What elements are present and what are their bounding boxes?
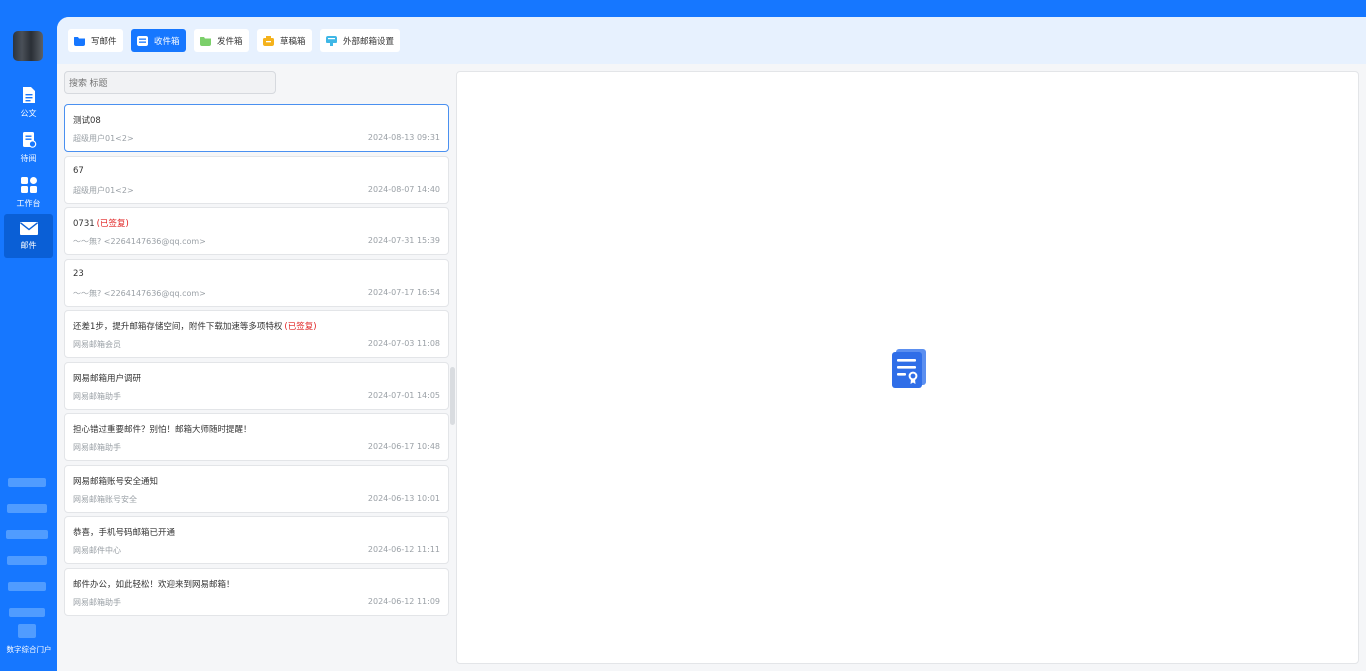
sent-folder-icon [200, 36, 211, 46]
sidebar-item-label: 工作台 [16, 198, 41, 208]
mail-subject-text: 0731 [73, 219, 95, 229]
mail-sender: 网易邮箱助手 [73, 598, 121, 607]
blurred-link[interactable] [6, 530, 48, 539]
mail-subject: 23 [73, 269, 86, 279]
replied-tag: (已签复) [284, 322, 317, 332]
mail-preview-pane [456, 71, 1359, 664]
sidebar-item-pending-read[interactable]: 待阅 [4, 125, 53, 169]
mail-list-item[interactable]: 测试08 超级用户01<2> 2024-08-13 09:31 [64, 104, 449, 152]
compose-button[interactable]: 写邮件 [68, 29, 123, 52]
blurred-link[interactable] [9, 608, 45, 617]
sidebar-item-mail[interactable]: 邮件 [4, 214, 53, 258]
blurred-link[interactable] [8, 478, 46, 487]
mail-subject-text: 67 [73, 166, 84, 176]
avatar[interactable] [13, 31, 43, 61]
mail-time: 2024-06-12 11:09 [367, 597, 440, 606]
mail-list-item[interactable]: 网易邮箱用户调研 网易邮箱助手 2024-07-01 14:05 [64, 362, 449, 410]
inbox-button[interactable]: 收件箱 [131, 29, 186, 52]
mail-sender: 网易邮箱助手 [73, 443, 121, 452]
mail-time: 2024-08-13 09:31 [367, 133, 440, 142]
mail-list-item[interactable]: 0731 (已签复) ～～無? <2264147636@qq.com> 2024-… [64, 207, 449, 255]
inbox-label: 收件箱 [154, 36, 180, 47]
replied-tag: (已签复) [96, 219, 129, 229]
mail-time: 2024-07-01 14:05 [367, 391, 440, 400]
mail-sender: 网易邮箱助手 [73, 392, 121, 401]
mail-icon [19, 222, 38, 235]
mail-subject: 还差1步，提升邮箱存储空间，附件下载加速等多项特权 (已签复) [73, 320, 317, 332]
blurred-link[interactable] [8, 582, 46, 591]
mail-list-item[interactable]: 67 超级用户01<2> 2024-08-07 14:40 [64, 156, 449, 204]
mail-sender: ～～無? <2264147636@qq.com> [73, 289, 206, 298]
mail-list-item[interactable]: 网易邮箱账号安全通知 网易邮箱账号安全 2024-06-13 10:01 [64, 465, 449, 513]
mail-subject: 测试08 [73, 114, 103, 126]
mail-toolbar: 写邮件 收件箱 发件箱 草稿箱 外部邮箱设置 [57, 17, 1366, 64]
mail-subject-text: 网易邮箱账号安全通知 [73, 477, 159, 487]
main-panel: 写邮件 收件箱 发件箱 草稿箱 外部邮箱设置 测试08 超级用户01<2> 20… [57, 17, 1366, 671]
external-settings-label: 外部邮箱设置 [343, 36, 395, 47]
drafts-icon [263, 35, 274, 46]
mail-subject: 网易邮箱账号安全通知 [73, 475, 160, 487]
document-icon [22, 86, 35, 103]
mail-time: 2024-07-03 11:08 [367, 339, 440, 348]
blurred-icon[interactable] [18, 624, 36, 638]
mail-list-item[interactable]: 担心错过重要邮件？别怕！邮箱大师随时提醒！ 网易邮箱助手 2024-06-17 … [64, 413, 449, 461]
blurred-link[interactable] [7, 556, 47, 565]
mail-sender: 超级用户01<2> [73, 134, 134, 143]
mail-sender: 网易邮件中心 [73, 546, 121, 555]
search-input[interactable] [64, 71, 276, 94]
mail-time: 2024-06-17 10:48 [367, 442, 440, 451]
sidebar-item-label: 邮件 [20, 241, 37, 250]
external-mailbox-settings-button[interactable]: 外部邮箱设置 [320, 29, 401, 52]
mail-time: 2024-07-17 16:54 [367, 288, 440, 297]
mail-sender: 超级用户01<2> [73, 186, 134, 195]
mail-sender: ～～無? <2264147636@qq.com> [73, 237, 206, 246]
mail-time: 2024-06-13 10:01 [367, 494, 440, 503]
folder-icon [74, 36, 85, 46]
mail-time: 2024-07-31 15:39 [367, 236, 440, 245]
mail-list-item[interactable]: 23 ～～無? <2264147636@qq.com> 2024-07-17 1… [64, 259, 449, 307]
sent-button[interactable]: 发件箱 [194, 29, 249, 52]
mail-subject-text: 测试08 [73, 116, 101, 126]
mail-list-item[interactable]: 邮件办公，如此轻松！欢迎来到网易邮箱！ 网易邮箱助手 2024-06-12 11… [64, 568, 449, 616]
drafts-button[interactable]: 草稿箱 [257, 29, 312, 52]
sidebar-item-workbench[interactable]: 工作台 [4, 170, 53, 214]
mail-sender: 网易邮箱账号安全 [73, 495, 137, 504]
mail-time: 2024-08-07 14:40 [367, 185, 440, 194]
mail-subject-text: 网易邮箱用户调研 [73, 374, 142, 384]
blurred-link[interactable] [7, 504, 47, 513]
monitor-settings-icon [326, 35, 337, 46]
mail-subject-text: 担心错过重要邮件？别怕！邮箱大师随时提醒！ [73, 425, 252, 435]
workbench-icon [20, 176, 37, 193]
mail-subject: 恭喜，手机号码邮箱已开通 [73, 526, 177, 538]
mail-subject: 0731 (已签复) [73, 217, 129, 229]
mail-list-item[interactable]: 恭喜，手机号码邮箱已开通 网易邮件中心 2024-06-12 11:11 [64, 516, 449, 564]
sidebar-item-label: 公文 [20, 108, 37, 118]
sidebar: 公文 待阅 工作台 邮件 数字综合门户 [0, 0, 56, 671]
drafts-label: 草稿箱 [280, 36, 306, 47]
mail-subject-text: 邮件办公，如此轻松！欢迎来到网易邮箱！ [73, 580, 235, 590]
portal-link[interactable]: 数字综合门户 [3, 644, 55, 655]
mail-list-item[interactable]: 还差1步，提升邮箱存储空间，附件下载加速等多项特权 (已签复) 网易邮箱会员 20… [64, 310, 449, 358]
sidebar-item-documents[interactable]: 公文 [4, 80, 53, 124]
mail-subject-text: 23 [73, 269, 84, 279]
mail-subject: 担心错过重要邮件？别怕！邮箱大师随时提醒！ [73, 423, 254, 435]
mail-time: 2024-06-12 11:11 [367, 545, 440, 554]
mail-subject-text: 恭喜，手机号码邮箱已开通 [73, 528, 176, 538]
pending-read-icon [22, 131, 36, 148]
sent-label: 发件箱 [217, 36, 243, 47]
inbox-icon [137, 35, 148, 46]
empty-mail-placeholder-icon [892, 349, 926, 388]
mail-subject: 邮件办公，如此轻松！欢迎来到网易邮箱！ [73, 578, 237, 590]
mail-subject: 网易邮箱用户调研 [73, 372, 143, 384]
compose-label: 写邮件 [91, 36, 117, 47]
mail-sender: 网易邮箱会员 [73, 340, 121, 349]
sidebar-item-label: 待阅 [20, 153, 37, 163]
pane-resize-handle[interactable] [450, 367, 455, 425]
mail-subject: 67 [73, 166, 86, 176]
mail-subject-text: 还差1步，提升邮箱存储空间，附件下载加速等多项特权 [73, 322, 283, 332]
